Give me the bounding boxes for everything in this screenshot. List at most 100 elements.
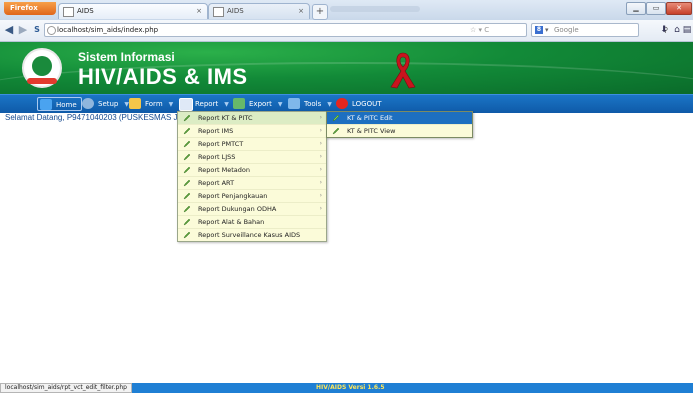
kt-pitc-submenu: KT & PITC Edit KT & PITC View [326,111,473,138]
menu-icon[interactable]: ▤ [681,23,693,37]
chevron-down-icon: ▼ [277,101,283,108]
menu-form-label: Form [145,100,163,108]
menu-item-label: Report Alat & Bahan [198,218,265,226]
menu-item-label: KT & PITC View [347,127,396,135]
chevron-down-icon: ▼ [327,101,332,108]
chevron-right-icon: › [319,127,322,134]
report-surveillance-kasus-aids[interactable]: Report Surveillance Kasus AIDS [178,229,326,241]
report-metadon[interactable]: Report Metadon › [178,164,326,177]
menu-report[interactable]: Report ▼ [177,97,229,111]
site-title-line2: HIV/AIDS & IMS [78,64,248,89]
menu-setup[interactable]: Setup ▼ [80,97,129,111]
pencil-icon [183,140,191,148]
chevron-right-icon: › [319,205,322,212]
menu-item-label: Report Penjangkauan [198,192,268,200]
menu-item-label: Report KT & PITC [198,114,253,122]
menu-item-label: Report Surveillance Kasus AIDS [198,231,301,239]
pencil-icon [332,114,340,122]
report-art[interactable]: Report ART › [178,177,326,190]
search-engine-icon[interactable]: 8 [535,26,543,34]
chevron-right-icon: › [319,153,322,160]
kt-pitc-view[interactable]: KT & PITC View [327,125,472,137]
menu-logout[interactable]: LOGOUT [334,97,382,111]
chevron-down-icon: ▼ [168,101,174,108]
menu-logout-label: LOGOUT [352,100,382,108]
page-icon [213,7,224,17]
version-text: HIV/AIDS Versi 1.6.5 [316,384,385,391]
welcome-text: Selamat Datang, P9471040203 (PUSKESMAS J… [5,113,183,122]
pencil-icon [183,218,191,226]
close-tab-icon[interactable]: × [196,4,202,19]
report-dukungan-odha[interactable]: Report Dukungan ODHA › [178,203,326,216]
minimize-button[interactable]: ▁ [626,2,646,15]
tab-aids-active[interactable]: AIDS × [58,3,208,19]
pencil-icon [183,192,191,200]
maximize-button[interactable]: ▭ [646,2,666,15]
browser-navbar: ◀ ▶ S localhost/sim_aids/index.php ☆ ▾ C… [0,20,693,42]
back-icon[interactable]: ◀ [2,23,16,37]
form-icon [129,98,141,109]
browser-titlebar: Firefox AIDS × AIDS × + ▁ ▭ ✕ [0,0,693,20]
pencil-icon [183,114,191,122]
menu-item-label: Report Metadon [198,166,250,174]
report-penjangkauan[interactable]: Report Penjangkauan › [178,190,326,203]
search-input[interactable]: 8 ▾ Google ⚲ [531,23,668,37]
chevron-right-icon: › [319,179,322,186]
chevron-down-icon: ▼ [224,101,229,108]
pencil-icon [332,127,340,135]
pencil-icon [183,153,191,161]
url-bar-actions[interactable]: ☆ ▾ C [470,23,489,37]
red-ribbon-icon [390,52,416,89]
menu-item-label: Report IMS [198,127,234,135]
firefox-menu-button[interactable]: Firefox [4,2,56,15]
menu-form[interactable]: Form ▼ [127,97,173,111]
export-icon [233,98,245,109]
new-tab-button[interactable]: + [312,4,328,20]
report-ljss[interactable]: Report LJSS › [178,151,326,164]
pencil-icon [183,179,191,187]
menu-export[interactable]: Export ▼ [231,97,283,111]
report-icon [179,98,193,111]
menu-tools-label: Tools [304,100,322,108]
report-alat-bahan[interactable]: Report Alat & Bahan [178,216,326,229]
chevron-right-icon: › [319,114,322,121]
search-engine-dropdown-icon[interactable]: ▾ [545,24,549,36]
menu-item-label: Report PMTCT [198,140,244,148]
download-icon[interactable]: ⬇ [658,23,670,37]
chevron-right-icon: › [319,192,322,199]
pencil-icon [183,231,191,239]
pencil-icon [183,166,191,174]
page-icon [63,7,74,17]
pencil-icon [183,127,191,135]
menu-item-label: Report LJSS [198,153,236,161]
url-bar[interactable]: localhost/sim_aids/index.php [44,23,527,37]
power-icon [336,98,348,109]
close-window-button[interactable]: ✕ [666,2,692,15]
pencil-icon [183,205,191,213]
menu-item-label: Report ART [198,179,235,187]
menu-home[interactable]: Home [37,97,82,111]
gear-icon [82,98,94,109]
report-pmtct[interactable]: Report PMTCT › [178,138,326,151]
menu-setup-label: Setup [98,100,119,108]
menu-tools[interactable]: Tools ▼ [286,97,332,111]
bookmark-s-icon[interactable]: S [30,23,44,37]
ministry-logo [22,48,62,88]
report-kt-pitc[interactable]: Report KT & PITC › [178,112,326,125]
tab-aids-inactive[interactable]: AIDS × [208,3,310,19]
home-icon [40,99,52,110]
chevron-right-icon: › [319,166,322,173]
url-text: localhost/sim_aids/index.php [57,26,159,34]
menu-item-label: KT & PITC Edit [347,114,393,122]
kt-pitc-edit[interactable]: KT & PITC Edit [327,112,472,125]
tools-icon [288,98,300,109]
report-ims[interactable]: Report IMS › [178,125,326,138]
chevron-right-icon: › [319,140,322,147]
browser-status-link: localhost/sim_aids/rpt_vct_edit_filter.p… [0,383,132,393]
forward-icon[interactable]: ▶ [16,23,30,37]
search-placeholder: Google [554,26,579,34]
site-banner: Sistem Informasi HIV/AIDS & IMS [0,42,693,94]
close-tab-icon[interactable]: × [298,4,304,19]
menu-export-label: Export [249,100,272,108]
blurred-area [330,6,420,12]
